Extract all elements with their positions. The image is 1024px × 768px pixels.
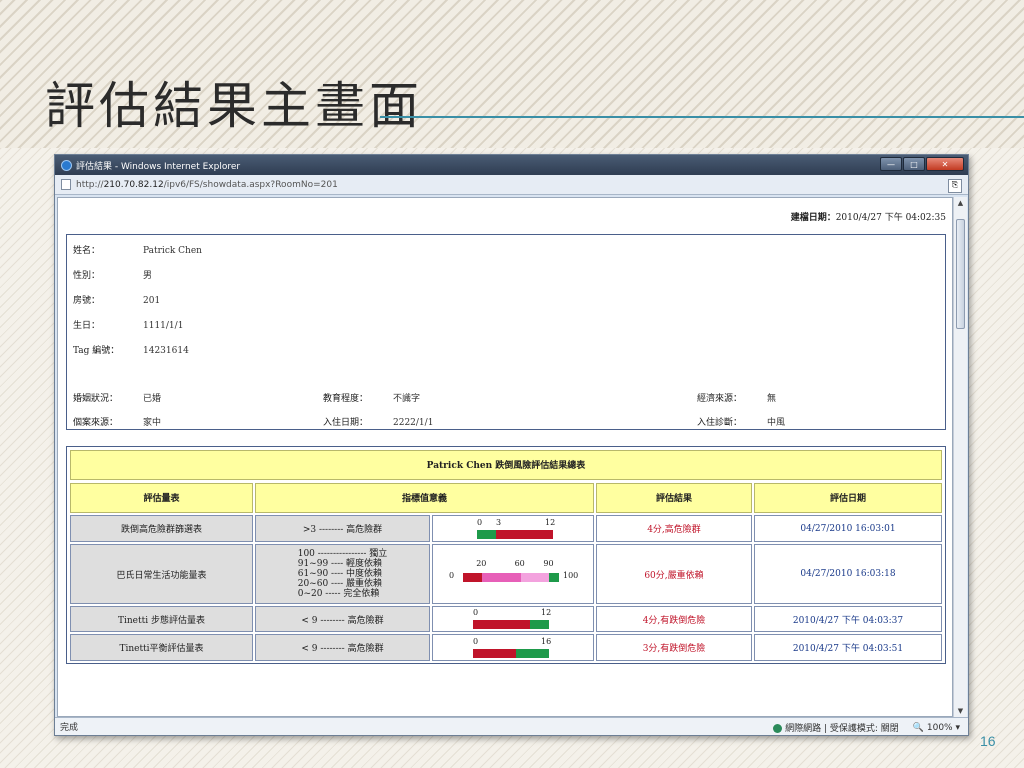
slide-title: 評估結果主畫面 xyxy=(45,77,423,135)
gauge-bar-severe xyxy=(482,573,521,582)
page-number: 16 xyxy=(980,733,996,749)
gauge-tick-label: 3 xyxy=(496,518,502,527)
header-result: 評估結果 xyxy=(596,483,752,513)
row3-result: 4分,有跌倒危險 xyxy=(596,606,752,632)
gauge-bar-safe xyxy=(477,530,496,539)
scroll-thumb[interactable] xyxy=(956,219,965,329)
gauge-tick-label: 12 xyxy=(545,518,556,527)
address-bar[interactable]: http://210.70.82.12/ipv6/FS/showdata.asp… xyxy=(55,175,968,195)
row4-gauge: 0 16 xyxy=(432,634,594,661)
vertical-scrollbar[interactable]: ▲ ▼ xyxy=(953,197,967,717)
url-path: /ipv6/FS/showdata.aspx?RoomNo=201 xyxy=(163,179,338,190)
page-content: 建檔日期：2010/4/27 下午 04:02:35 姓名： Patrick Ch… xyxy=(57,197,953,717)
row1-gauge: 0 3 12 xyxy=(432,515,594,542)
field-gender: 性別：男 xyxy=(73,271,153,281)
status-bar: 完成 網際網路 | 受保護模式: 關閉 🔍 100% ▾ xyxy=(55,717,968,735)
gauge-tick-label: 60 xyxy=(514,559,525,568)
window-titlebar[interactable]: 評估結果 - Windows Internet Explorer — □ ✕ xyxy=(55,155,968,175)
page-icon xyxy=(61,179,71,190)
row2-meaning: 100 ---------------- 獨立 91~99 ---- 輕度依賴 … xyxy=(255,544,430,604)
build-date: 建檔日期：2010/4/27 下午 04:02:35 xyxy=(790,213,946,223)
field-name: 姓名： Patrick Chen xyxy=(73,246,202,256)
header-meaning: 指標值意義 xyxy=(255,483,594,513)
header-scale: 評估量表 xyxy=(70,483,253,513)
gauge-tick-label: 0 xyxy=(473,637,479,646)
row2-gauge: 0 100 20 60 90 xyxy=(432,544,594,604)
browser-window: 評估結果 - Windows Internet Explorer — □ ✕ h… xyxy=(54,154,969,736)
url-prefix: http:// xyxy=(76,179,104,190)
gauge-bar-independent xyxy=(549,573,559,582)
field-diagnosis: 入住診斷： 中風 xyxy=(697,418,786,428)
row3-gauge: 0 12 xyxy=(432,606,594,632)
row2-date: 04/27/2010 16:03:18 xyxy=(754,544,942,604)
row3-meaning: < 9 -------- 高危險群 xyxy=(255,606,430,632)
field-birthday: 生日： 1111/1/1 xyxy=(73,321,184,331)
gauge-bar-safe xyxy=(530,620,549,629)
field-room: 房號： 201 xyxy=(73,296,161,306)
gauge-tick-label: 16 xyxy=(541,637,552,646)
compatibility-icon[interactable]: ⎘ xyxy=(948,179,962,193)
field-source: 個案來源： 家中 xyxy=(73,418,162,428)
status-text: 完成 xyxy=(60,723,79,733)
gauge-bar-danger xyxy=(473,649,516,658)
results-title: Patrick Chen 跌倒風險評估結果總表 xyxy=(70,450,942,480)
gauge-bar-full-dep xyxy=(463,573,483,582)
close-button[interactable]: ✕ xyxy=(926,157,964,171)
row4-scale: Tinetti平衡評估量表 xyxy=(70,634,253,661)
results-table: Patrick Chen 跌倒風險評估結果總表 評估量表 指標值意義 評估結果 … xyxy=(66,446,946,664)
security-zone[interactable]: 網際網路 | 受保護模式: 關閉 xyxy=(773,721,899,734)
row4-date: 2010/4/27 下午 04:03:51 xyxy=(754,634,942,661)
url-host: 210.70.82.12 xyxy=(103,179,164,190)
gauge-tick-label: 12 xyxy=(541,608,552,617)
ie-icon xyxy=(61,159,72,171)
maximize-button[interactable]: □ xyxy=(903,157,925,171)
gauge-tick-label: 100 xyxy=(563,571,579,580)
gauge-tick-label: 0 xyxy=(449,571,455,580)
gauge-bar-danger xyxy=(496,530,553,539)
gauge-tick-label: 20 xyxy=(476,559,487,568)
row3-date: 2010/4/27 下午 04:03:37 xyxy=(754,606,942,632)
row2-scale: 巴氏日常生活功能量表 xyxy=(70,544,253,604)
zoom-control[interactable]: 🔍 100% ▾ xyxy=(913,723,960,733)
gauge-tick-label: 0 xyxy=(477,518,483,527)
field-income: 經濟來源：無 xyxy=(697,394,777,404)
gauge-bar-danger xyxy=(473,620,530,629)
gauge-bar-safe xyxy=(515,649,549,658)
row2-result: 60分,嚴重依賴 xyxy=(596,544,752,604)
patient-info-box: 姓名： Patrick Chen 性別：男 房號： 201 生日： 1111/1/1 … xyxy=(66,234,946,430)
gauge-tick-label: 0 xyxy=(473,608,479,617)
row1-date: 04/27/2010 16:03:01 xyxy=(754,515,942,542)
field-education: 教育程度： 不識字 xyxy=(323,394,421,404)
minimize-button[interactable]: — xyxy=(880,157,902,171)
row1-meaning: >3 -------- 高危險群 xyxy=(255,515,430,542)
row3-scale: Tinetti 步態評估量表 xyxy=(70,606,253,632)
globe-icon xyxy=(773,724,783,733)
row4-result: 3分,有跌倒危險 xyxy=(596,634,752,661)
scroll-down-icon[interactable]: ▼ xyxy=(954,705,967,717)
gauge-tick-label: 90 xyxy=(543,559,554,568)
header-date: 評估日期 xyxy=(754,483,942,513)
gauge-bar-moderate xyxy=(520,573,550,582)
title-underline xyxy=(380,116,1024,118)
row1-scale: 跌倒高危險群篩選表 xyxy=(70,515,253,542)
window-title: 評估結果 - Windows Internet Explorer xyxy=(76,161,241,172)
field-marital: 婚姻狀況： 已婚 xyxy=(73,394,162,404)
row4-meaning: < 9 -------- 高危險群 xyxy=(255,634,430,661)
field-tag: Tag 編號： 14231614 xyxy=(73,346,189,356)
scroll-up-icon[interactable]: ▲ xyxy=(954,197,967,209)
row1-result: 4分,高危險群 xyxy=(596,515,752,542)
field-admission-date: 入住日期： 2222/1/1 xyxy=(323,418,434,428)
